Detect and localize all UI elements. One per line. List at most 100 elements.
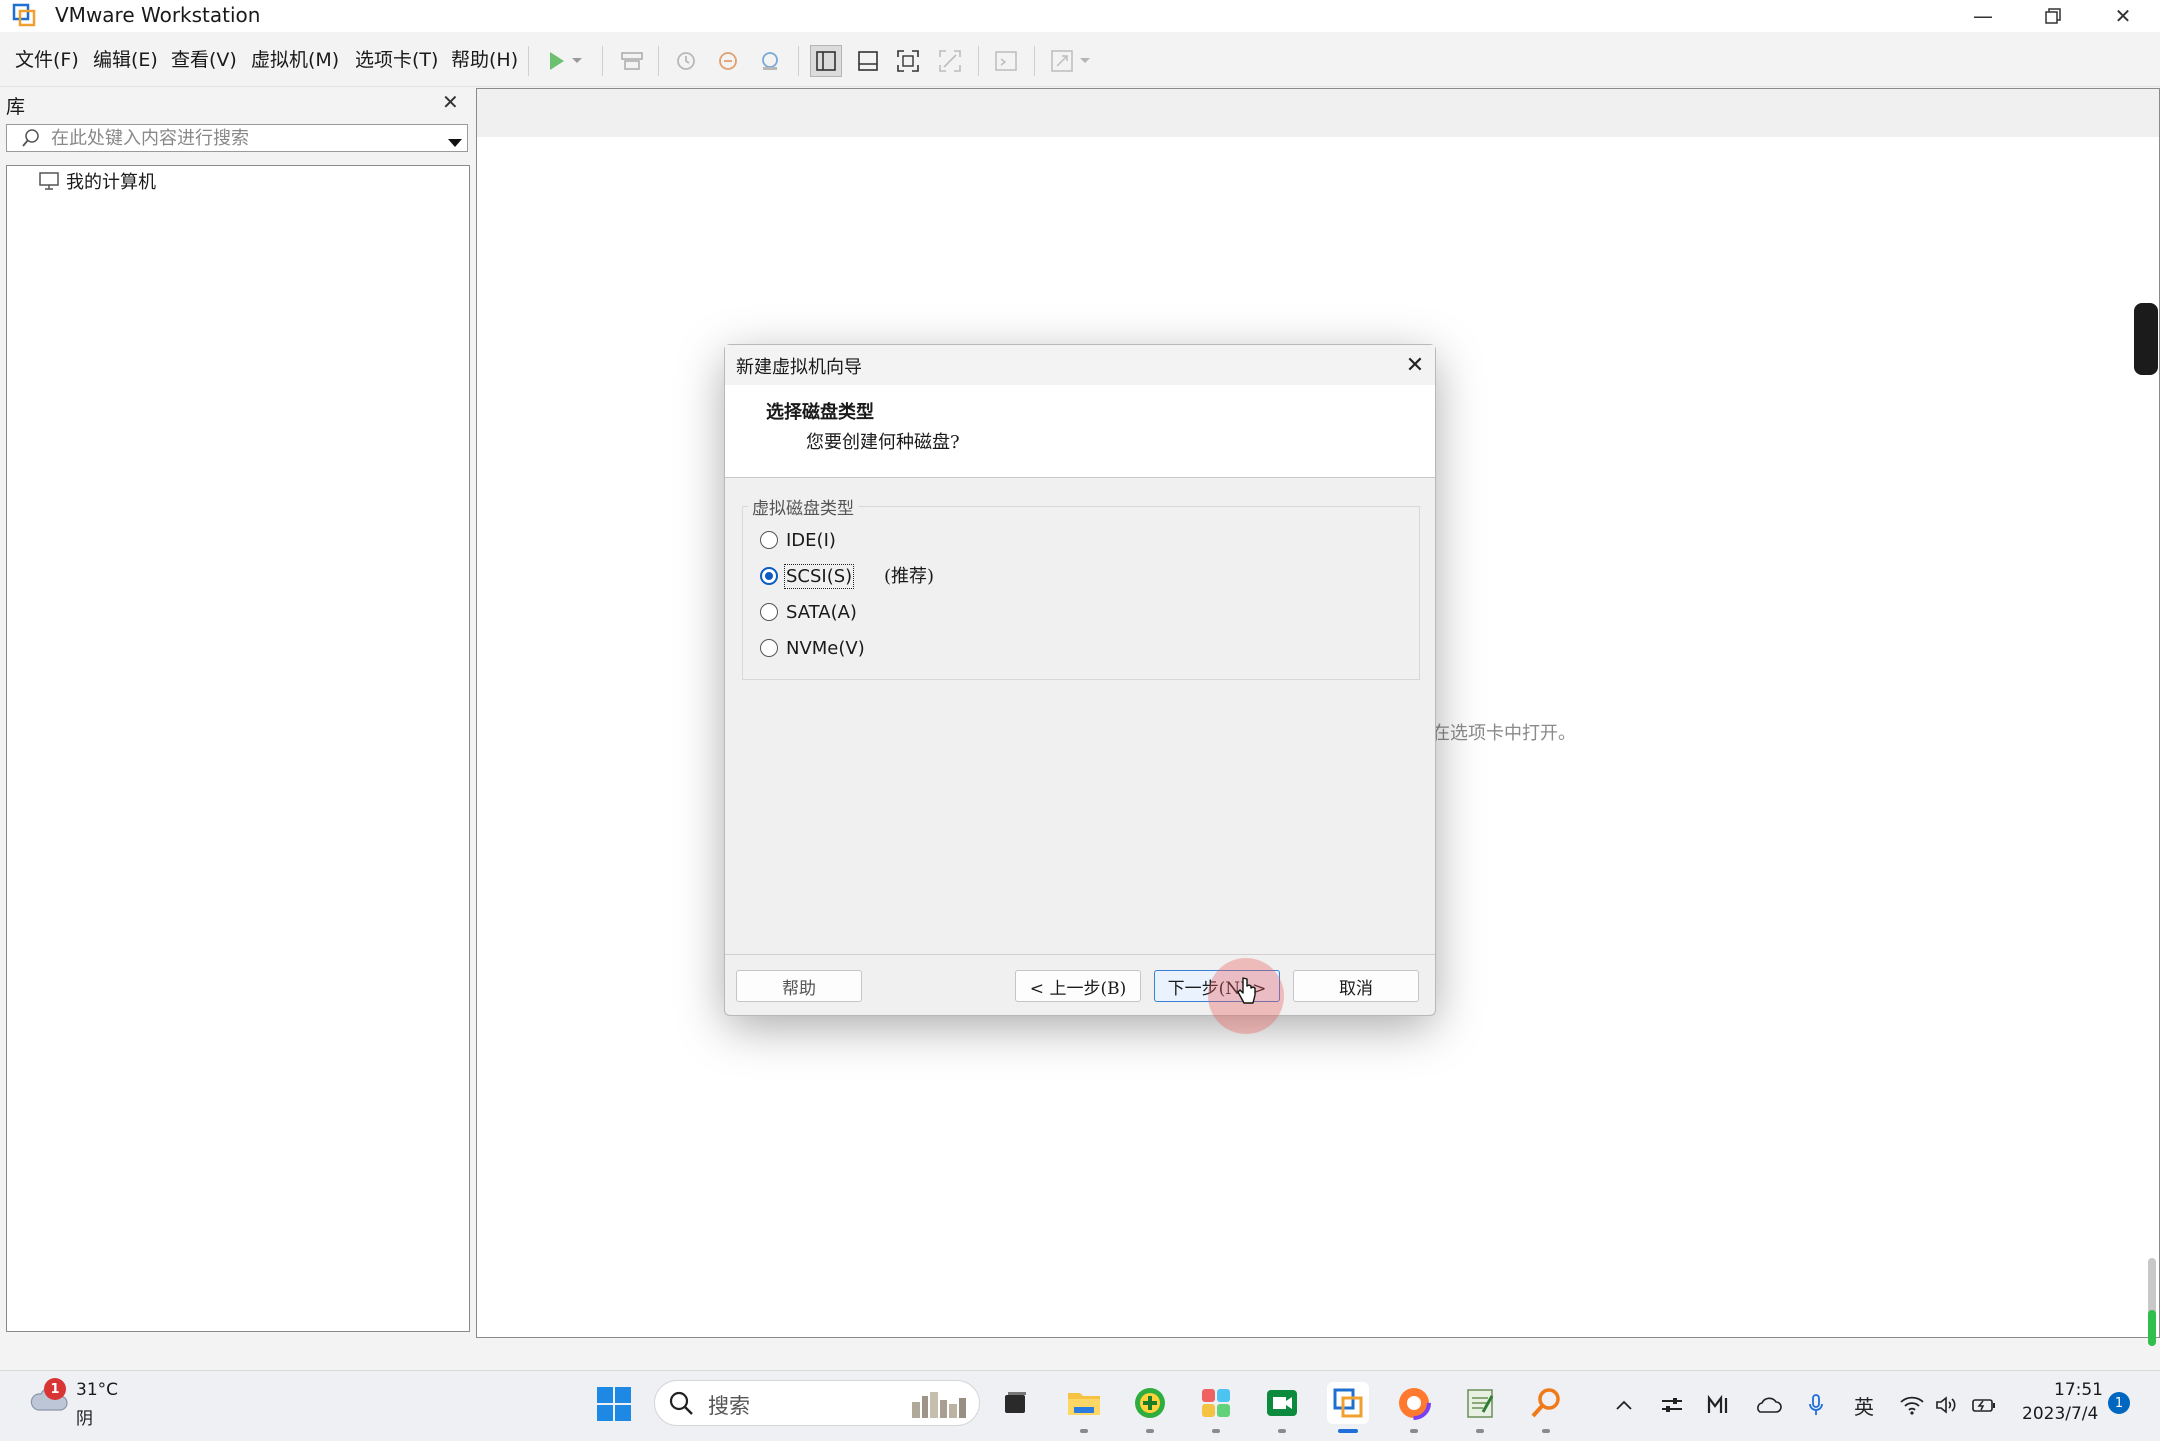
close-window-icon[interactable]: ✕ <box>2088 0 2158 32</box>
search-icon <box>21 128 41 152</box>
dialog-heading: 选择磁盘类型 <box>766 402 874 423</box>
search-dropdown-icon[interactable] <box>447 133 463 152</box>
library-search-box[interactable] <box>6 124 468 152</box>
notification-badge[interactable]: 1 <box>2108 1392 2130 1414</box>
dialog-subheading: 您要创建何种磁盘? <box>806 432 960 453</box>
active-app-indicator <box>1338 1429 1358 1433</box>
windows-start-icon[interactable] <box>596 1386 632 1422</box>
tree-item-my-computer[interactable]: 我的计算机 <box>38 168 156 194</box>
weather-badge: 1 <box>44 1378 66 1400</box>
microphone-icon[interactable] <box>1801 1390 1831 1420</box>
weather-temp: 31°C <box>76 1380 119 1400</box>
console-view-icon[interactable] <box>990 45 1022 77</box>
running-indicator <box>1542 1429 1550 1433</box>
radio-circle[interactable] <box>760 603 778 621</box>
snapshot-manager-icon[interactable] <box>754 45 786 77</box>
ime-indicator[interactable]: 英 <box>1849 1390 1879 1420</box>
dialog-close-icon[interactable]: ✕ <box>1398 348 1432 382</box>
volume-indicator-fill <box>2148 1310 2156 1346</box>
green-plus-app-icon[interactable] <box>1129 1382 1171 1424</box>
dialog-title: 新建虚拟机向导 <box>736 357 862 378</box>
search-highlight-art-icon <box>906 1388 972 1420</box>
main-hint-text: 在选项卡中打开。 <box>1432 723 1576 744</box>
running-indicator <box>1212 1429 1220 1433</box>
send-ctrl-alt-del-icon[interactable] <box>616 45 648 77</box>
toolbar-separator <box>798 46 799 76</box>
snapshot-take-icon[interactable] <box>670 45 702 77</box>
power-dropdown-icon[interactable] <box>568 45 586 77</box>
full-screen-icon[interactable] <box>892 45 924 77</box>
video-meeting-app-icon[interactable] <box>1261 1382 1303 1424</box>
radio-circle-checked[interactable] <box>760 567 778 585</box>
restore-icon[interactable] <box>2018 0 2088 32</box>
tab-strip <box>477 89 2159 137</box>
menu-help[interactable]: 帮助(H) <box>451 45 518 75</box>
tree-item-label: 我的计算机 <box>66 172 156 193</box>
dialog-footer-divider <box>725 954 1435 955</box>
radio-sata-label: SATA(A) <box>786 601 857 623</box>
library-title: 库 <box>6 96 26 118</box>
stretch-guest-icon[interactable] <box>1046 45 1078 77</box>
title-bar <box>0 0 2160 32</box>
battery-icon[interactable] <box>1969 1390 1999 1420</box>
clock-time[interactable]: 17:51 <box>2054 1380 2103 1400</box>
menu-file[interactable]: 文件(F) <box>15 45 79 75</box>
window-title: VMware Workstation <box>55 3 261 27</box>
library-search-input[interactable] <box>51 126 421 150</box>
volume-icon[interactable] <box>1931 1390 1961 1420</box>
stretch-dropdown-icon[interactable] <box>1076 45 1094 77</box>
radio-circle[interactable] <box>760 639 778 657</box>
thumbnail-bar-icon[interactable] <box>852 45 884 77</box>
running-indicator <box>1146 1429 1154 1433</box>
tray-app-m-icon[interactable] <box>1704 1390 1734 1420</box>
menu-tabs[interactable]: 选项卡(T) <box>355 45 438 75</box>
back-button[interactable]: < 上一步(B) <box>1015 970 1141 1002</box>
recommended-label: (推荐) <box>884 566 935 587</box>
colorful-app-icon[interactable] <box>1195 1382 1237 1424</box>
unity-icon[interactable] <box>934 45 966 77</box>
menu-view[interactable]: 查看(V) <box>171 45 237 75</box>
show-library-icon[interactable] <box>810 45 842 77</box>
radio-scsi[interactable]: SCSI(S) <box>760 561 855 591</box>
notepad-app-icon[interactable] <box>1459 1382 1501 1424</box>
running-indicator <box>1278 1429 1286 1433</box>
radio-scsi-label: SCSI(S) <box>783 563 855 589</box>
onedrive-cloud-icon[interactable] <box>1753 1390 1783 1420</box>
running-indicator <box>1080 1429 1088 1433</box>
browser-icon[interactable] <box>1393 1382 1435 1424</box>
menu-edit[interactable]: 编辑(E) <box>93 45 158 75</box>
toolbar-separator <box>602 46 603 76</box>
tray-overflow-icon[interactable] <box>1609 1390 1639 1420</box>
search-tool-app-icon[interactable] <box>1525 1382 1567 1424</box>
toolbar-separator <box>1034 46 1035 76</box>
menu-vm[interactable]: 虚拟机(M) <box>251 45 339 75</box>
running-indicator <box>1410 1429 1418 1433</box>
task-view-icon[interactable] <box>994 1382 1036 1424</box>
running-indicator <box>1476 1429 1484 1433</box>
vmware-logo-icon <box>12 3 36 27</box>
vmware-taskbar-icon[interactable] <box>1327 1382 1369 1424</box>
library-tree <box>6 165 470 1332</box>
cancel-button[interactable]: 取消 <box>1293 970 1419 1002</box>
radio-sata[interactable]: SATA(A) <box>760 597 857 627</box>
radio-ide-label: IDE(I) <box>786 529 836 551</box>
minimize-icon[interactable]: — <box>1948 0 2018 32</box>
clock-date[interactable]: 2023/7/4 <box>2022 1404 2098 1424</box>
wifi-icon[interactable] <box>1897 1390 1927 1420</box>
toolbar-separator <box>528 46 529 76</box>
mouse-cursor-icon <box>1236 976 1258 1006</box>
library-close-icon[interactable]: ✕ <box>442 90 459 114</box>
radio-circle[interactable] <box>760 531 778 549</box>
computer-icon <box>38 171 60 191</box>
toolbar-separator <box>978 46 979 76</box>
radio-nvme[interactable]: NVMe(V) <box>760 633 865 663</box>
snapshot-revert-icon[interactable] <box>712 45 744 77</box>
side-handle[interactable] <box>2134 303 2158 375</box>
help-button[interactable]: 帮助 <box>736 970 862 1002</box>
tray-settings-icon[interactable] <box>1657 1390 1687 1420</box>
file-explorer-icon[interactable] <box>1063 1382 1105 1424</box>
radio-ide[interactable]: IDE(I) <box>760 525 836 555</box>
toolbar-separator <box>658 46 659 76</box>
taskbar-search-label: 搜索 <box>708 1394 750 1418</box>
disk-type-group-label: 虚拟磁盘类型 <box>748 494 858 519</box>
